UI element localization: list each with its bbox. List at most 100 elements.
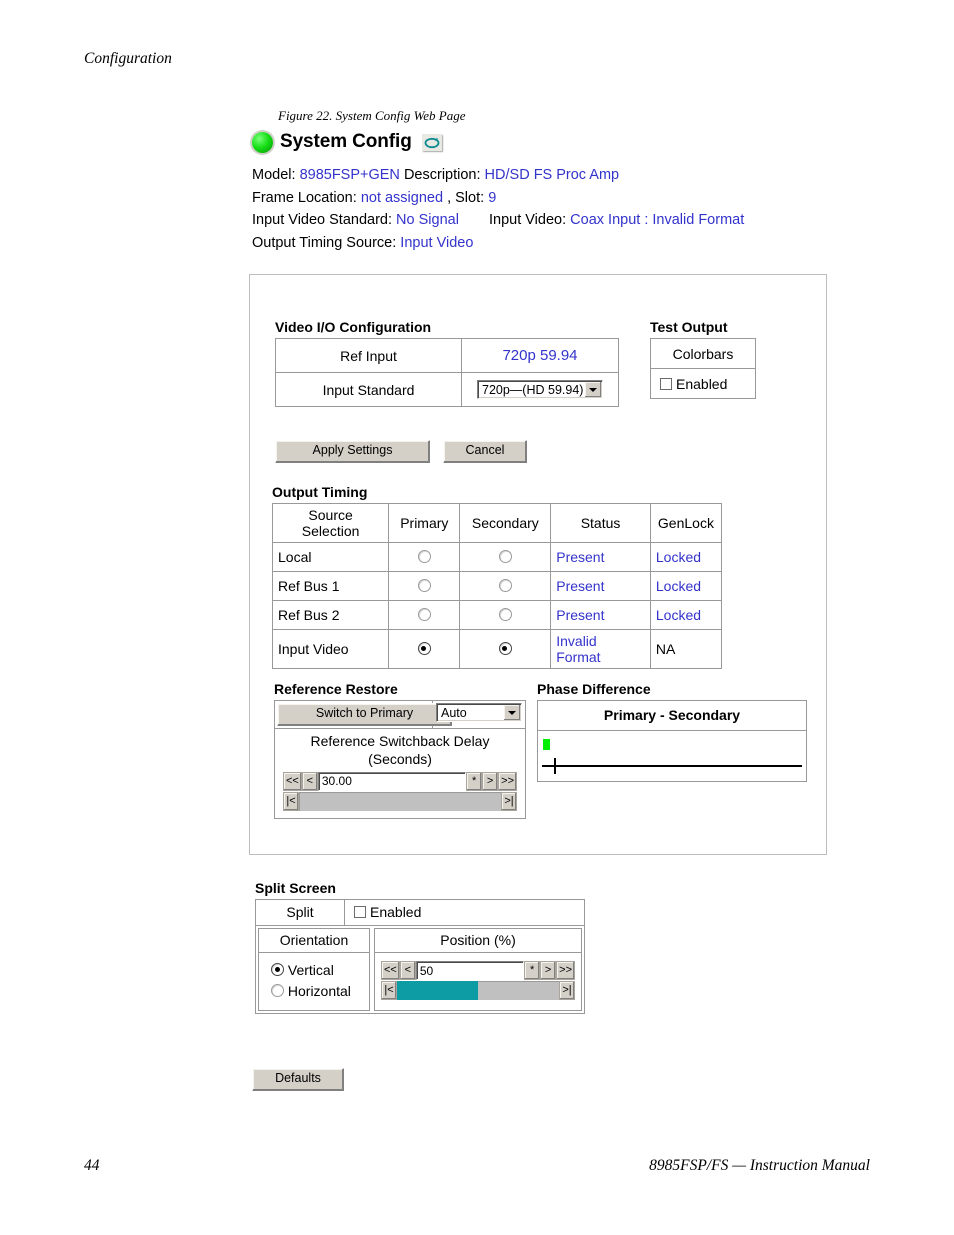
page-title: System Config (280, 131, 412, 152)
input-video-value[interactable]: Coax Input : Invalid Format (570, 212, 744, 228)
switchback-delay-input[interactable]: 30.00 (317, 771, 467, 791)
split-settings-row: Orientation Vertical Horizontal Position… (256, 926, 584, 1013)
header-status: Status (550, 503, 651, 543)
secondary-radio-cell[interactable] (459, 600, 552, 630)
split-enabled-cell[interactable]: Enabled (345, 900, 584, 925)
secondary-radio-cell[interactable] (459, 571, 552, 601)
colorbars-enabled-label: Enabled (676, 375, 728, 392)
position-input[interactable]: 50 (415, 961, 525, 980)
increase-large-button[interactable]: >> (556, 961, 575, 980)
info-line-model: Model: 8985FSP+GEN Description: HD/SD FS… (252, 164, 744, 187)
decrease-large-button[interactable]: << (381, 961, 400, 980)
chevron-down-icon[interactable] (585, 382, 601, 397)
increase-large-button[interactable]: >> (498, 771, 517, 791)
switchback-delay-spinner-row: << < 30.00 * > >> (283, 771, 517, 791)
device-info-block: Model: 8985FSP+GEN Description: HD/SD FS… (252, 164, 744, 254)
secondary-radio[interactable] (498, 608, 512, 621)
position-label: Position (%) (375, 929, 581, 953)
increase-small-button[interactable]: > (482, 771, 499, 791)
table-header-row: Source Selection Primary Secondary Statu… (271, 503, 723, 543)
increase-small-button[interactable]: > (540, 961, 557, 980)
restore-mode-select[interactable]: Auto (436, 703, 522, 722)
source-name: Input Video (271, 629, 390, 669)
secondary-radio-cell[interactable] (459, 629, 552, 669)
decrease-small-button[interactable]: < (399, 961, 416, 980)
primary-radio-cell[interactable] (388, 629, 461, 669)
genlock-value: Locked (649, 600, 723, 630)
table-row: Ref Input 720p 59.94 (275, 338, 619, 373)
video-io-configuration-section: Video I/O Configuration Ref Input 720p 5… (275, 319, 619, 407)
frame-location-value[interactable]: not assigned (361, 190, 443, 206)
table-row: Local Present Locked (271, 542, 723, 572)
table-row: Input Standard 720p—(HD 59.94) (275, 372, 619, 407)
split-screen-box: Split Enabled Orientation Vertical Horiz… (255, 899, 585, 1014)
slot-value[interactable]: 9 (488, 190, 496, 206)
switchback-delay-slider-track[interactable] (299, 791, 501, 811)
split-screen-section: Split Screen Split Enabled Orientation V… (255, 880, 585, 1014)
orientation-horizontal-radio[interactable] (271, 984, 284, 997)
primary-radio[interactable] (417, 550, 431, 563)
frame-location-label: Frame Location: (252, 189, 357, 206)
slider-max-button[interactable]: >| (559, 981, 575, 1000)
input-standard-selected-value: 720p—(HD 59.94) (482, 382, 584, 397)
table-row: Colorbars (650, 338, 756, 369)
input-standard-value-cell: 720p—(HD 59.94) (461, 372, 619, 407)
switchback-delay-slider-row: |< >| (283, 791, 517, 811)
reference-restore-title: Reference Restore (274, 681, 398, 697)
split-enabled-checkbox[interactable] (354, 906, 366, 918)
primary-radio[interactable] (417, 642, 431, 655)
slider-min-button[interactable]: |< (381, 981, 397, 1000)
secondary-radio[interactable] (498, 550, 512, 563)
defaults-button[interactable]: Defaults (252, 1068, 344, 1091)
split-screen-title: Split Screen (255, 880, 336, 896)
output-timing-source-value[interactable]: Input Video (400, 235, 473, 251)
phase-marker-indicator (543, 739, 550, 750)
primary-radio-cell[interactable] (388, 571, 461, 601)
colorbars-enabled-checkbox[interactable] (660, 377, 672, 390)
primary-radio-cell[interactable] (388, 542, 461, 572)
orientation-label: Orientation (259, 929, 369, 953)
primary-radio[interactable] (417, 579, 431, 592)
secondary-radio-cell[interactable] (459, 542, 552, 572)
info-line-output-timing-source: Output Timing Source: Input Video (252, 232, 744, 255)
input-video-standard-value[interactable]: No Signal (396, 212, 459, 228)
reference-restore-section: Reference Restore Switch to Primary Auto… (274, 681, 526, 819)
input-standard-select[interactable]: 720p—(HD 59.94) (477, 380, 603, 399)
slider-min-button[interactable]: |< (283, 791, 299, 811)
position-slider-track[interactable] (397, 981, 559, 1000)
orientation-option-vertical[interactable]: Vertical (271, 960, 369, 981)
reset-button[interactable]: * (466, 771, 483, 791)
decrease-large-button[interactable]: << (283, 771, 302, 791)
table-row: Input Video Invalid Format NA (271, 629, 723, 669)
header-source-selection: Source Selection (271, 503, 390, 543)
model-value[interactable]: 8985FSP+GEN (300, 167, 400, 183)
orientation-vertical-radio[interactable] (271, 963, 284, 976)
chevron-down-icon[interactable] (504, 705, 520, 720)
description-label: Description: (403, 167, 481, 183)
cancel-button[interactable]: Cancel (443, 440, 527, 463)
info-line-input-video: Input Video Standard: No Signal Input Vi… (252, 209, 744, 232)
reset-button[interactable]: * (524, 961, 541, 980)
colorbars-enabled-cell[interactable]: Enabled (650, 368, 756, 399)
primary-radio[interactable] (417, 608, 431, 621)
description-value[interactable]: HD/SD FS Proc Amp (485, 167, 620, 183)
colorbars-label: Colorbars (650, 338, 756, 369)
source-name: Local (271, 542, 390, 572)
restore-mode-selected-value: Auto (441, 705, 467, 720)
switchback-delay-group: Reference Switchback Delay (Seconds) << … (275, 729, 525, 818)
status-led-icon (252, 131, 273, 153)
source-name: Ref Bus 1 (271, 571, 390, 601)
refresh-icon[interactable] (421, 133, 442, 151)
slider-max-button[interactable]: >| (501, 791, 517, 811)
apply-settings-button[interactable]: Apply Settings (275, 440, 430, 463)
defaults-button-wrap: Defaults (252, 1068, 344, 1091)
orientation-option-horizontal[interactable]: Horizontal (271, 981, 369, 1002)
secondary-radio[interactable] (498, 579, 512, 592)
figure-caption: Figure 22. System Config Web Page (278, 108, 466, 123)
decrease-small-button[interactable]: < (301, 771, 318, 791)
output-timing-section: Output Timing Source Selection Primary S… (271, 484, 723, 669)
primary-radio-cell[interactable] (388, 600, 461, 630)
switch-to-primary-button[interactable]: Switch to Primary (277, 703, 452, 726)
secondary-radio[interactable] (498, 642, 512, 655)
position-slider-row: |< >| (381, 981, 575, 1000)
